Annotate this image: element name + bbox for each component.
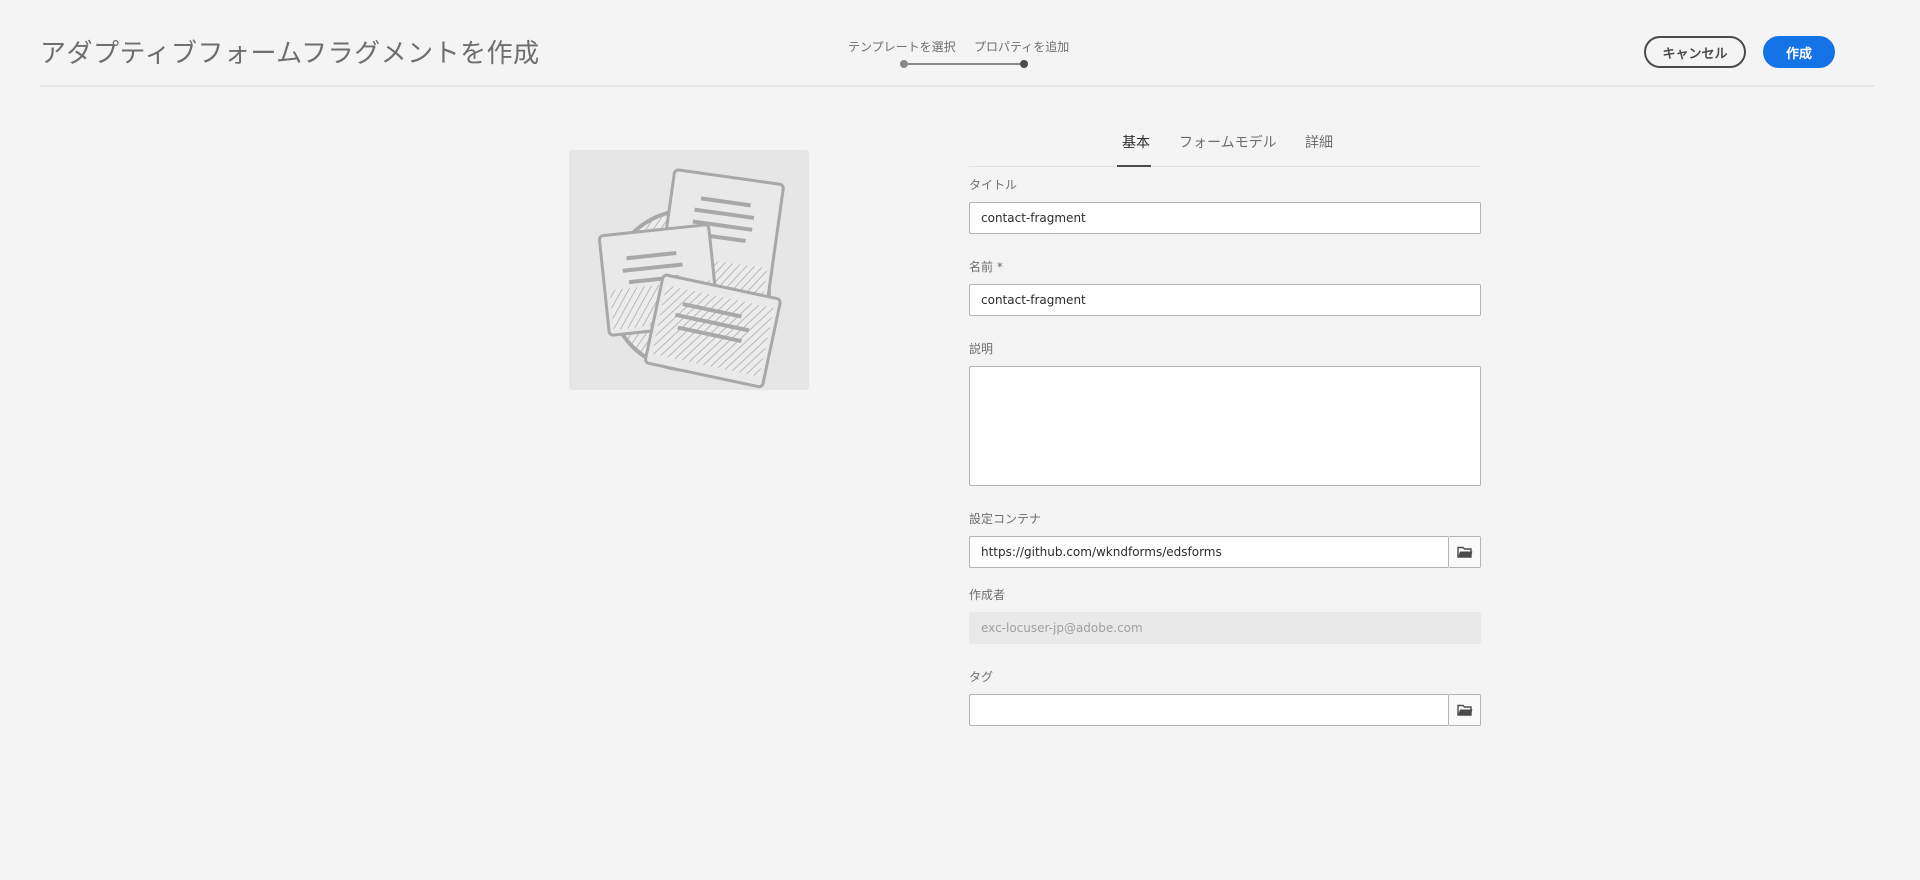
properties-tabs: 基本 フォームモデル 詳細 [969,128,1481,167]
template-thumbnail [569,150,809,390]
description-textarea[interactable] [969,366,1481,486]
config-container-label: 設定コンテナ [969,512,1042,526]
tab-form-model[interactable]: フォームモデル [1179,132,1277,152]
wizard-stepper: テンプレートを選択 プロパティを追加 [806,38,1086,72]
step-connector [908,63,1020,65]
title-input[interactable] [969,202,1481,234]
cancel-button[interactable]: キャンセル [1644,36,1746,68]
title-label: タイトル [969,178,1018,192]
author-label: 作成者 [969,588,1006,602]
config-browse-button[interactable] [1449,536,1481,568]
step-add-properties: プロパティを追加 [974,40,1070,54]
tab-advanced[interactable]: 詳細 [1305,132,1333,152]
create-button[interactable]: 作成 [1763,36,1835,68]
config-container-input[interactable] [969,536,1449,568]
step-dot-2 [1020,60,1028,68]
name-label: 名前 * [969,260,1003,274]
folder-icon [1456,546,1472,558]
fragment-documents-icon [597,168,785,389]
name-input[interactable] [969,284,1481,316]
description-label: 説明 [969,342,994,356]
step-dot-1 [900,60,908,68]
step-select-template[interactable]: テンプレートを選択 [848,38,956,55]
header: アダプティブフォームフラグメントを作成 テンプレートを選択 プロパティを追加 [40,0,1874,87]
tags-input[interactable] [969,694,1449,726]
author-input [969,612,1481,644]
tab-active-indicator [1117,165,1151,167]
tags-browse-button[interactable] [1449,694,1481,726]
tab-basic[interactable]: 基本 [1122,132,1150,152]
folder-icon [1456,704,1472,716]
page-title: アダプティブフォームフラグメントを作成 [40,39,540,69]
tags-label: タグ [969,670,994,684]
